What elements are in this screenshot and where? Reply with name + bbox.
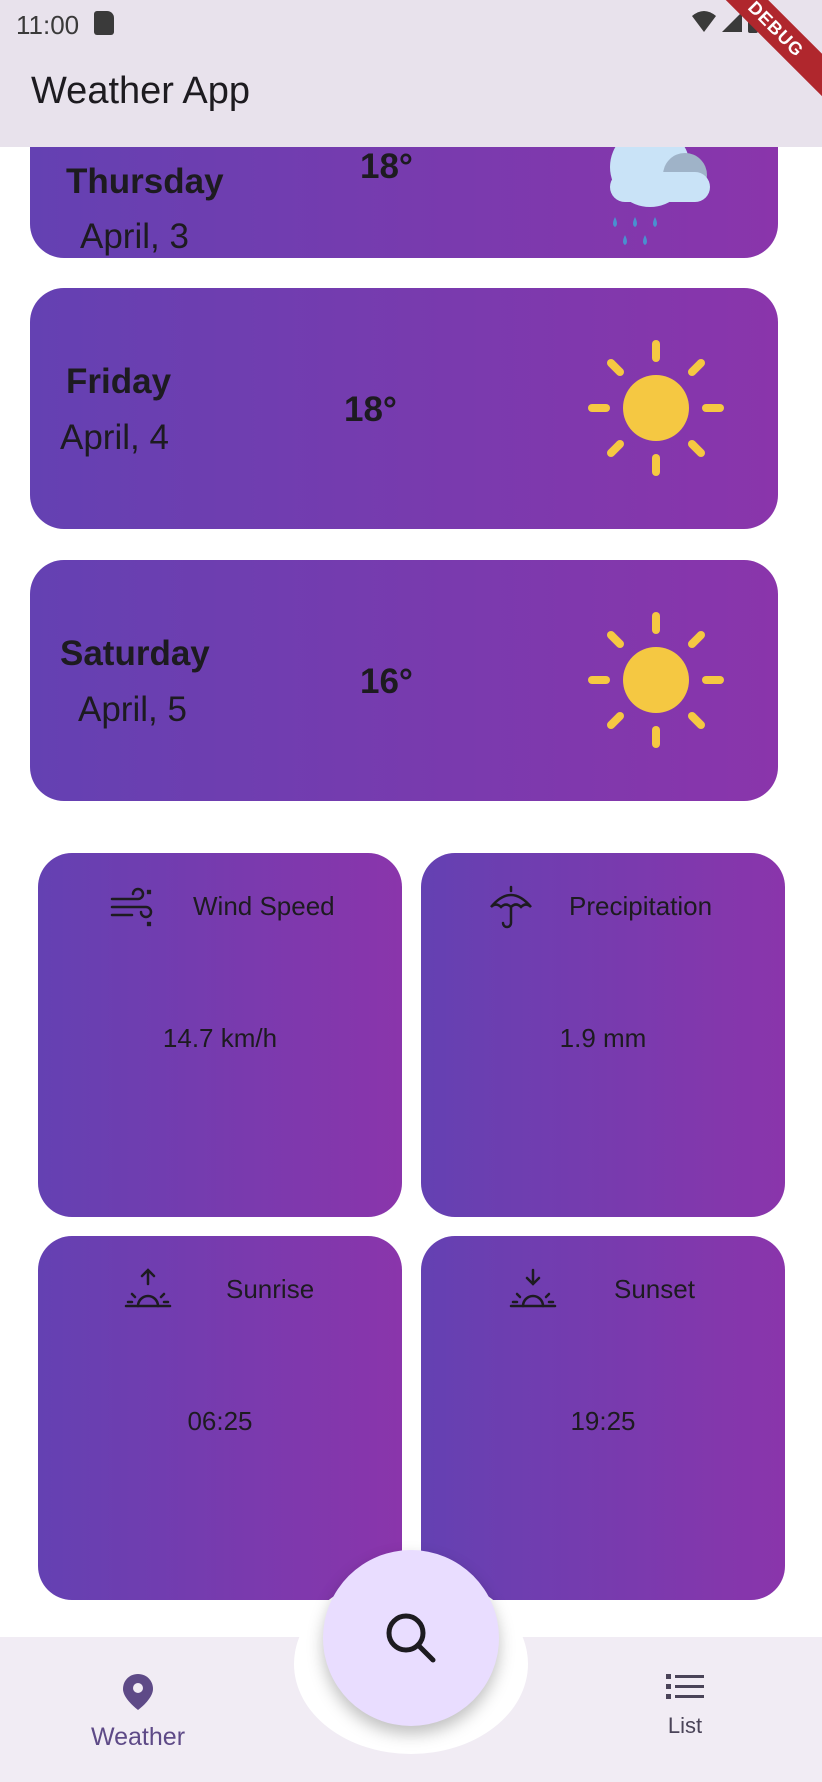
sun-icon xyxy=(588,612,724,748)
stat-label: Precipitation xyxy=(569,891,713,921)
stat-value: 06:25 xyxy=(187,1406,253,1436)
scroll-content[interactable]: Thursday April, 3 18° Friday April, 4 18… xyxy=(0,147,822,1637)
location-pin-icon xyxy=(123,1674,153,1710)
nav-item-weather[interactable]: Weather xyxy=(63,1672,213,1752)
forecast-temp: 16° xyxy=(360,662,413,701)
forecast-day: Friday xyxy=(66,362,172,401)
stat-value: 14.7 km/h xyxy=(162,1023,278,1053)
forecast-card-saturday[interactable]: Saturday April, 5 16° xyxy=(30,560,778,801)
nav-label-weather: Weather xyxy=(90,1723,186,1751)
forecast-date: April, 3 xyxy=(80,217,189,256)
sunset-icon xyxy=(509,1268,557,1308)
status-time: 11:00 xyxy=(16,10,80,40)
stat-value: 1.9 mm xyxy=(559,1023,647,1053)
search-icon xyxy=(386,1613,436,1663)
forecast-temp: 18° xyxy=(344,390,397,429)
top-app-bar: 11:00 Weather App xyxy=(0,0,822,147)
app-title: Weather App xyxy=(31,70,251,112)
nav-label-list: List xyxy=(667,1713,703,1738)
forecast-card-thursday[interactable]: Thursday April, 3 18° xyxy=(30,147,778,258)
forecast-day: Saturday xyxy=(60,634,210,673)
wind-speed-card[interactable]: Wind Speed 14.7 km/h xyxy=(38,853,402,1217)
sunset-card[interactable]: Sunset 19:25 xyxy=(421,1236,785,1600)
sd-card-icon xyxy=(94,11,114,35)
precipitation-card[interactable]: Precipitation 1.9 mm xyxy=(421,853,785,1217)
forecast-temp: 18° xyxy=(360,147,413,186)
wind-icon xyxy=(110,887,153,927)
rain-cloud-icon xyxy=(610,147,710,245)
app-root: 11:00 Weather App DEBUG Thursday April, … xyxy=(0,0,822,1782)
forecast-date: April, 5 xyxy=(78,690,187,729)
forecast-day: Thursday xyxy=(66,162,224,201)
stat-value: 19:25 xyxy=(570,1406,636,1436)
stat-label: Wind Speed xyxy=(193,891,335,921)
search-fab[interactable] xyxy=(323,1550,499,1726)
sunrise-icon xyxy=(124,1268,172,1308)
umbrella-icon xyxy=(490,885,532,929)
forecast-card-friday[interactable]: Friday April, 4 18° xyxy=(30,288,778,529)
sun-icon xyxy=(588,340,724,476)
forecast-date: April, 4 xyxy=(60,418,169,457)
sunrise-card[interactable]: Sunrise 06:25 xyxy=(38,1236,402,1600)
wifi-icon xyxy=(692,11,716,32)
signal-icon xyxy=(722,12,742,32)
stat-label: Sunset xyxy=(614,1274,695,1304)
nav-item-list[interactable]: List xyxy=(610,1672,760,1739)
stat-label: Sunrise xyxy=(226,1274,315,1304)
list-icon xyxy=(666,1674,704,1699)
